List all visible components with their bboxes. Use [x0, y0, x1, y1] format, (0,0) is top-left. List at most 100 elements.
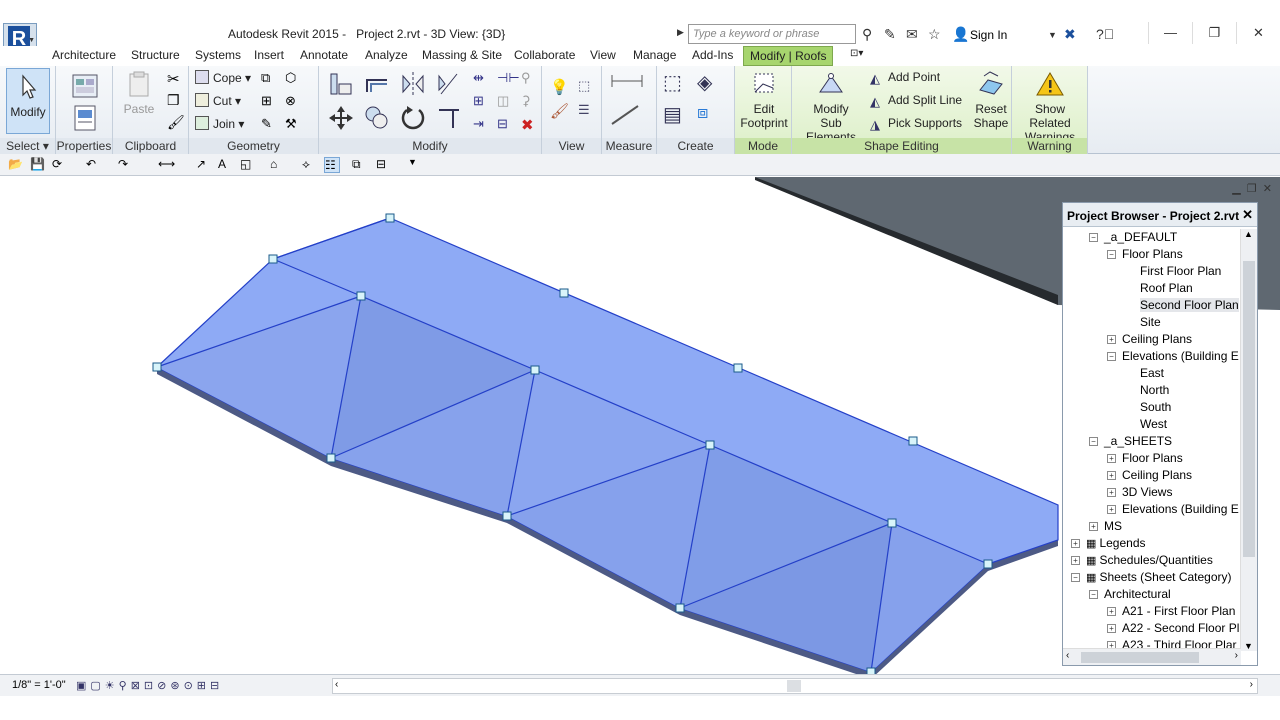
tree-node[interactable]: + Ceiling Plans — [1107, 331, 1192, 348]
restore-button[interactable]: ❐ — [1192, 22, 1236, 44]
expand-icon[interactable]: + — [1107, 471, 1116, 480]
tree-node[interactable]: + MS — [1089, 518, 1122, 535]
scissors-icon[interactable]: ✂ — [167, 70, 185, 88]
project-browser-horizontal-scrollbar[interactable]: ‹ › — [1063, 648, 1241, 665]
linework-brush-icon[interactable]: 🖌 — [550, 102, 569, 120]
view-restore-icon[interactable]: ❐ — [1247, 183, 1257, 195]
type-properties-icon[interactable] — [70, 72, 100, 100]
tree-node[interactable]: +3D Views — [1107, 484, 1172, 501]
undo-icon[interactable]: ↶ — [86, 157, 102, 173]
align-icon[interactable] — [327, 70, 355, 98]
measure-distance-icon[interactable] — [608, 72, 648, 90]
create-assembly-icon[interactable]: ⬚ — [663, 70, 682, 94]
tree-node[interactable]: Second Floor Plan — [1125, 297, 1239, 314]
view-scale[interactable]: 1/8" = 1'-0" — [12, 679, 66, 691]
join-roof-icon[interactable]: ⬡ — [285, 70, 303, 88]
expand-icon[interactable]: + — [1107, 454, 1116, 463]
demolish-icon[interactable]: ⊗ — [285, 93, 303, 111]
split-element-icon[interactable]: ⇹ — [473, 70, 491, 88]
sign-in-dropdown-icon[interactable]: ▼ — [1048, 30, 1057, 40]
join-button[interactable]: Join ▾ — [195, 116, 244, 131]
save-icon[interactable]: 💾 — [30, 157, 46, 173]
search-expand-icon[interactable]: ▶ — [677, 27, 684, 38]
tree-node[interactable]: − Floor Plans — [1107, 246, 1183, 263]
reset-shape-button[interactable]: Reset Shape — [970, 70, 1012, 130]
paint-icon[interactable]: ✎ — [261, 116, 279, 134]
tab-massing-site[interactable]: Massing & Site — [422, 48, 502, 62]
switch-windows-icon[interactable]: ⊟ — [376, 157, 392, 173]
tree-node[interactable]: + Ceiling Plans — [1107, 467, 1192, 484]
tab-structure[interactable]: Structure — [131, 48, 180, 62]
minimize-button[interactable]: — — [1148, 22, 1192, 44]
copy-element-icon[interactable] — [363, 104, 391, 132]
unpin-icon[interactable]: ⚳ — [521, 93, 539, 111]
tree-node[interactable]: − ▦ Sheets (Sheet Category) — [1071, 569, 1232, 586]
thin-lines-icon[interactable]: ☷ — [324, 157, 340, 173]
tree-node[interactable]: + A22 - Second Floor Pla — [1107, 620, 1239, 637]
collapse-icon[interactable]: − — [1107, 352, 1116, 361]
tab-analyze[interactable]: Analyze — [365, 48, 408, 62]
text-icon[interactable]: A — [218, 157, 234, 173]
exchange-apps-icon[interactable]: ✖ — [1064, 26, 1076, 43]
tree-node[interactable]: North — [1125, 382, 1169, 399]
help-icon[interactable]: ?⃝ — [1096, 26, 1114, 42]
mirror-axis-icon[interactable] — [399, 70, 427, 98]
project-browser-vertical-scrollbar[interactable]: ▲ ▼ — [1240, 229, 1257, 651]
tree-node[interactable]: South — [1125, 399, 1171, 416]
tab-systems[interactable]: Systems — [195, 48, 241, 62]
properties-icon[interactable] — [70, 104, 100, 132]
tree-node[interactable]: + ▦ Legends — [1071, 535, 1146, 552]
add-point-button[interactable]: ◭ Add Point — [870, 70, 940, 86]
mirror-draw-icon[interactable] — [435, 70, 463, 98]
tab-architecture[interactable]: Architecture — [52, 48, 116, 62]
favorites-star-icon[interactable]: ☆ — [928, 26, 941, 43]
array-icon[interactable]: ⊞ — [473, 93, 491, 111]
sync-icon[interactable]: ⟳ — [52, 157, 68, 173]
collapse-icon[interactable]: − — [1071, 573, 1080, 582]
tree-node[interactable]: First Floor Plan — [1125, 263, 1221, 280]
tree-node[interactable]: + ▦ Schedules/Quantities — [1071, 552, 1213, 569]
pick-supports-button[interactable]: ◮ Pick Supports — [870, 116, 962, 132]
open-icon[interactable]: 📂 — [8, 157, 24, 173]
expand-icon[interactable]: + — [1089, 522, 1098, 531]
create-similar-icon[interactable]: ⧈ — [697, 102, 715, 122]
expand-icon[interactable]: + — [1071, 539, 1080, 548]
create-parts-icon[interactable]: ◈ — [697, 70, 715, 94]
tree-node[interactable]: Roof Plan — [1125, 280, 1193, 297]
subscription-icon[interactable]: ✎ — [884, 26, 896, 43]
expand-icon[interactable]: + — [1107, 505, 1116, 514]
tree-node[interactable]: − Architectural — [1089, 586, 1171, 603]
measure-tool-icon[interactable]: ⟷ — [158, 157, 175, 173]
move-icon[interactable] — [327, 104, 355, 132]
select-dropdown[interactable]: Select ▾ — [0, 138, 55, 154]
create-group-icon[interactable]: ▤ — [663, 102, 682, 126]
tab-add-ins[interactable]: Add-Ins — [692, 48, 733, 62]
trim-multiple-icon[interactable]: ⇥ — [473, 116, 491, 134]
collapse-icon[interactable]: − — [1089, 233, 1098, 242]
expand-icon[interactable]: + — [1107, 624, 1116, 633]
sign-in-button[interactable]: Sign In — [970, 28, 1007, 42]
tree-node[interactable]: + Elevations (Building Ele — [1107, 501, 1239, 518]
tree-node[interactable]: − _a_SHEETS — [1089, 433, 1172, 450]
tab-collaborate[interactable]: Collaborate — [514, 48, 575, 62]
tree-node[interactable]: + Floor Plans — [1107, 450, 1183, 467]
hammer-icon[interactable]: ⚒ — [285, 116, 303, 134]
delete-icon[interactable]: ✖ — [521, 116, 539, 134]
view-control-icons[interactable]: ▣▢☀⚲⊠⊡⊘⊛⊙⊞⊟ — [76, 679, 223, 692]
scale-icon[interactable]: ◫ — [497, 93, 515, 111]
expand-icon[interactable]: + — [1107, 335, 1116, 344]
close-hidden-windows-icon[interactable]: ⧉ — [352, 157, 368, 173]
add-split-line-button[interactable]: ◭ Add Split Line — [870, 93, 962, 109]
tag-icon[interactable]: ◱ — [240, 157, 256, 173]
modify-sub-elements-button[interactable]: Modify Sub Elements — [794, 70, 868, 144]
split-gap-icon[interactable]: ⊣⊢ — [497, 70, 520, 88]
tree-node[interactable]: − _a_DEFAULT — [1089, 229, 1177, 246]
override-graphics-icon[interactable]: ☰ — [578, 102, 596, 120]
tab-annotate[interactable]: Annotate — [300, 48, 348, 62]
search-input[interactable]: Type a keyword or phrase — [688, 24, 856, 44]
project-browser-close-icon[interactable]: ✕ — [1242, 207, 1253, 223]
3d-view-icon[interactable]: ⌂ — [270, 157, 286, 173]
tree-node[interactable]: − Elevations (Building Ele — [1107, 348, 1239, 365]
pin-icon[interactable]: ⚲ — [521, 70, 539, 88]
expand-icon[interactable]: + — [1107, 607, 1116, 616]
